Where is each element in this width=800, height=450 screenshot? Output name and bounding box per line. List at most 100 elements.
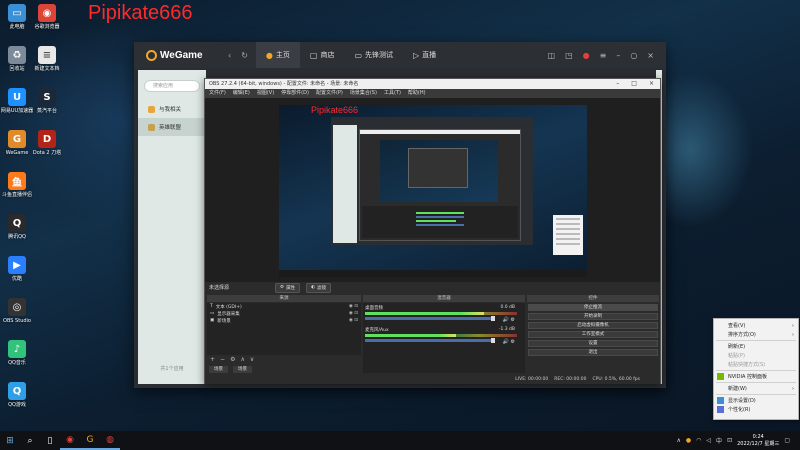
visibility-lock-icon[interactable]: ◉ ⊡ bbox=[349, 304, 358, 309]
source-name: 文本 (GDI+) bbox=[215, 304, 242, 310]
mixer-header: 混音器 bbox=[363, 295, 525, 302]
wegame-logo[interactable]: WeGame bbox=[146, 49, 218, 61]
maximize-icon[interactable]: ○ bbox=[630, 51, 637, 60]
remove-icon[interactable]: − bbox=[220, 356, 225, 363]
speaker-icon[interactable]: 🔊 ⚙ bbox=[503, 339, 515, 345]
properties-button[interactable]: ⚙ 属性 bbox=[275, 282, 301, 293]
obs-minimize-icon[interactable]: – bbox=[616, 79, 619, 89]
obs-menu-item[interactable]: 工具(T) bbox=[384, 89, 401, 98]
desktop-icon[interactable]: ♪ QQ音乐 bbox=[0, 340, 34, 366]
source-item[interactable]: T 文本 (GDI+) ◉ ⊡ bbox=[207, 303, 361, 310]
menu-separator bbox=[716, 382, 796, 383]
taskbar-obs-icon[interactable]: ◍ bbox=[100, 431, 120, 450]
settings-icon[interactable]: ⚙ bbox=[230, 356, 235, 363]
obs-menu-item[interactable]: 配置文件(P) bbox=[316, 89, 343, 98]
obs-menu-item[interactable]: 文件(F) bbox=[209, 89, 226, 98]
refresh-icon[interactable]: ↻ bbox=[241, 51, 248, 60]
desktop-icon-label: 新建文本档 bbox=[34, 66, 60, 72]
control-button[interactable]: 设置 bbox=[528, 340, 658, 347]
volume-slider[interactable] bbox=[365, 316, 495, 321]
tab-live[interactable]: ▷ 直播 bbox=[403, 42, 446, 68]
tray-volume-icon[interactable]: ◁ bbox=[706, 437, 711, 444]
taskbar-wegame-icon[interactable]: G bbox=[80, 431, 100, 450]
context-menu-item[interactable]: NVIDIA 控制面板 bbox=[714, 372, 798, 381]
desktop-icon[interactable]: ≡ 新建文本档 bbox=[30, 46, 64, 72]
context-menu-item[interactable]: 刷新(E) bbox=[714, 342, 798, 351]
context-menu-item[interactable]: 排序方式(O) › bbox=[714, 330, 798, 339]
obs-maximize-icon[interactable]: □ bbox=[631, 79, 637, 89]
add-icon[interactable]: + bbox=[210, 356, 215, 363]
context-menu-item[interactable]: 显示设置(D) bbox=[714, 396, 798, 405]
obs-titlebar: OBS 27.2.4 (64-bit, windows) - 配置文件: 未命名… bbox=[205, 79, 660, 89]
tray-network-icon[interactable]: ⊡ bbox=[727, 437, 732, 444]
control-button[interactable]: 退出 bbox=[528, 349, 658, 356]
obs-icon: ◎ bbox=[8, 298, 26, 316]
dock-tab-scenes[interactable]: 场景 bbox=[209, 366, 228, 373]
desktop-icon[interactable]: ▭ 此电脑 bbox=[0, 4, 34, 30]
obs-menu-item[interactable]: 编辑(E) bbox=[233, 89, 250, 98]
search-icon[interactable]: ⌕ bbox=[20, 431, 40, 450]
ime-indicator[interactable]: 中 bbox=[716, 436, 722, 445]
menu-icon[interactable]: ≡ bbox=[600, 51, 607, 60]
sidebar-item-lol[interactable]: 英雄联盟 bbox=[138, 118, 206, 136]
tray-chevron-icon[interactable]: ∧ bbox=[677, 437, 681, 444]
volume-slider[interactable] bbox=[365, 338, 495, 343]
source-item[interactable]: ▣ 新场景 ◉ ⊡ bbox=[207, 317, 361, 324]
visibility-lock-icon[interactable]: ◉ ⊡ bbox=[349, 318, 358, 323]
control-button[interactable]: 工作室模式 bbox=[528, 331, 658, 338]
chat-icon[interactable]: ◳ bbox=[565, 51, 573, 60]
tab-store[interactable]: ▢ 商店 bbox=[300, 42, 345, 68]
filters-button[interactable]: ◐ 滤镜 bbox=[306, 282, 331, 293]
start-button[interactable]: ⊞ bbox=[0, 431, 20, 450]
desktop-icon[interactable]: Q QQ游戏 bbox=[0, 382, 34, 408]
desktop-icon[interactable]: Q 腾讯QQ bbox=[0, 214, 34, 240]
desktop-icon[interactable]: D Dota 2 刀塔 bbox=[30, 130, 64, 156]
obs-menu-item[interactable]: 视图(V) bbox=[257, 89, 274, 98]
clock[interactable]: 0:24 2022/12/7 星期三 bbox=[737, 434, 779, 448]
control-button[interactable]: 停止推流 bbox=[528, 304, 658, 311]
desktop-icon[interactable]: S 蒸汽平台 bbox=[30, 88, 64, 114]
minimize-icon[interactable]: – bbox=[616, 51, 620, 60]
context-menu-item[interactable]: 个性化(R) bbox=[714, 405, 798, 414]
desktop-icon[interactable]: U 网易UU加速器 bbox=[0, 88, 34, 114]
wegame-search-input[interactable]: 搜索应用 bbox=[144, 80, 200, 92]
sidebar-item-related[interactable]: 与我相关 bbox=[138, 100, 206, 118]
bag-icon[interactable]: ◫ bbox=[548, 51, 556, 60]
tab-home[interactable]: ● 主页 bbox=[255, 42, 300, 68]
context-menu-item[interactable]: 新建(W) › bbox=[714, 384, 798, 393]
qq-game-icon: Q bbox=[8, 382, 26, 400]
tray-app-icon[interactable]: ● bbox=[686, 437, 691, 444]
avatar-icon[interactable]: ● bbox=[583, 51, 590, 60]
close-icon[interactable]: × bbox=[647, 51, 654, 60]
obs-preview[interactable]: Pipikate666 bbox=[279, 105, 587, 277]
desktop-icon[interactable]: ▶ 优酷 bbox=[0, 256, 34, 282]
notification-icon[interactable]: ▢ bbox=[784, 437, 790, 444]
desktop-icon[interactable]: ◎ OBS Studio bbox=[0, 298, 34, 324]
control-button[interactable]: 开始录制 bbox=[528, 313, 658, 320]
gear-icon: ⚙ bbox=[280, 285, 285, 290]
move-down-icon[interactable]: ∨ bbox=[250, 356, 254, 363]
desktop-icon[interactable]: G WeGame bbox=[0, 130, 34, 156]
control-button[interactable]: 启动虚拟摄像机 bbox=[528, 322, 658, 329]
rec-status: REC: 00:00:00 bbox=[554, 377, 587, 382]
tab-test[interactable]: ▭ 先锋测试 bbox=[344, 42, 403, 68]
mixer-dock: 桌面音频 0.0 dB 🔊 ⚙ 麦克风/Aux -1.3 dB 🔊 ⚙ bbox=[363, 303, 525, 373]
taskbar-chrome-icon[interactable]: ◉ bbox=[60, 431, 80, 450]
obs-menu-item[interactable]: 场景集合(S) bbox=[350, 89, 377, 98]
desktop-icon[interactable]: ♻ 回收站 bbox=[0, 46, 34, 72]
source-item[interactable]: ▭ 显示器采集 ◉ ⊡ bbox=[207, 310, 361, 317]
visibility-lock-icon[interactable]: ◉ ⊡ bbox=[349, 311, 358, 316]
obs-close-icon[interactable]: × bbox=[649, 79, 654, 89]
tray-wifi-icon[interactable]: ◠ bbox=[696, 437, 701, 444]
task-view-icon[interactable]: ▯ bbox=[40, 431, 60, 450]
back-arrow-icon[interactable]: ‹ bbox=[228, 51, 231, 60]
obs-menu-item[interactable]: 帮助(H) bbox=[408, 89, 426, 98]
desktop-icon[interactable]: ◉ 谷歌浏览器 bbox=[30, 4, 64, 30]
obs-menu-item[interactable]: 停靠部件(D) bbox=[281, 89, 309, 98]
context-menu-item[interactable]: 查看(V) › bbox=[714, 321, 798, 330]
desktop-icon-label: QQ音乐 bbox=[8, 360, 26, 366]
speaker-icon[interactable]: 🔊 ⚙ bbox=[503, 317, 515, 323]
dock-tab-scenes-2[interactable]: 场景 bbox=[233, 366, 252, 373]
desktop-icon[interactable]: 鱼斗鱼直播伴侣 bbox=[0, 172, 34, 198]
move-up-icon[interactable]: ∧ bbox=[240, 356, 244, 363]
